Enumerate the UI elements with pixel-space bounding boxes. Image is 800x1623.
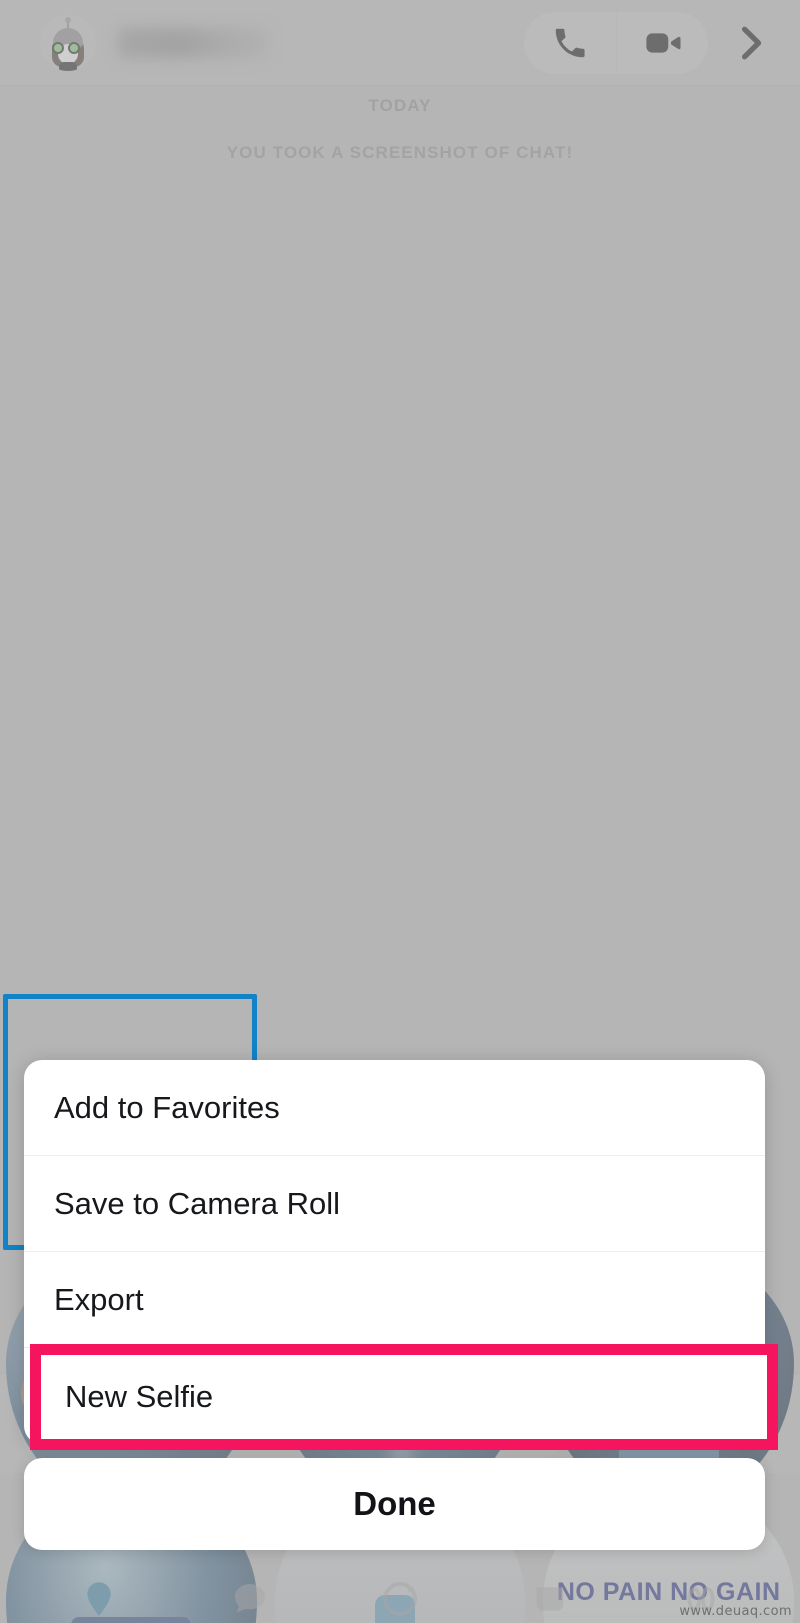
voice-call-button[interactable] (524, 12, 616, 74)
video-call-button[interactable] (616, 11, 708, 74)
chevron-right-icon (741, 26, 762, 59)
bitmoji-avatar-icon (48, 16, 88, 71)
contact-name (118, 27, 268, 58)
next-button[interactable] (720, 12, 782, 74)
stories-icon (537, 1587, 564, 1611)
camera-capture-icon (382, 1582, 417, 1616)
menu-item-new-selfie[interactable]: New Selfie (30, 1344, 778, 1450)
menu-item-export[interactable]: Export (24, 1252, 765, 1348)
call-button-group (524, 11, 708, 74)
nav-map-button[interactable] (69, 1579, 129, 1623)
watermark: www.deuaq.com (679, 1604, 792, 1619)
map-icon (87, 1582, 111, 1616)
done-button[interactable]: Done (24, 1458, 765, 1550)
menu-item-add-to-favorites[interactable]: Add to Favorites (24, 1060, 765, 1156)
phone-icon (555, 28, 585, 57)
nav-chat-button[interactable] (220, 1579, 280, 1623)
nav-stories-button[interactable] (520, 1579, 580, 1623)
menu-item-new-selfie-label: New Selfie (65, 1379, 214, 1414)
chat-icon (234, 1584, 265, 1613)
menu-item-save-to-camera-roll[interactable]: Save to Camera Roll (24, 1156, 765, 1252)
app-screen: TODAY YOU TOOK A SCREENSHOT OF CHAT! Sen… (0, 0, 800, 1623)
day-divider: TODAY (368, 96, 432, 115)
chat-header (0, 0, 800, 86)
avatar[interactable] (40, 14, 96, 71)
video-camera-icon (645, 32, 680, 53)
system-message: YOU TOOK A SCREENSHOT OF CHAT! (226, 143, 574, 162)
nav-camera-button[interactable] (370, 1579, 430, 1623)
